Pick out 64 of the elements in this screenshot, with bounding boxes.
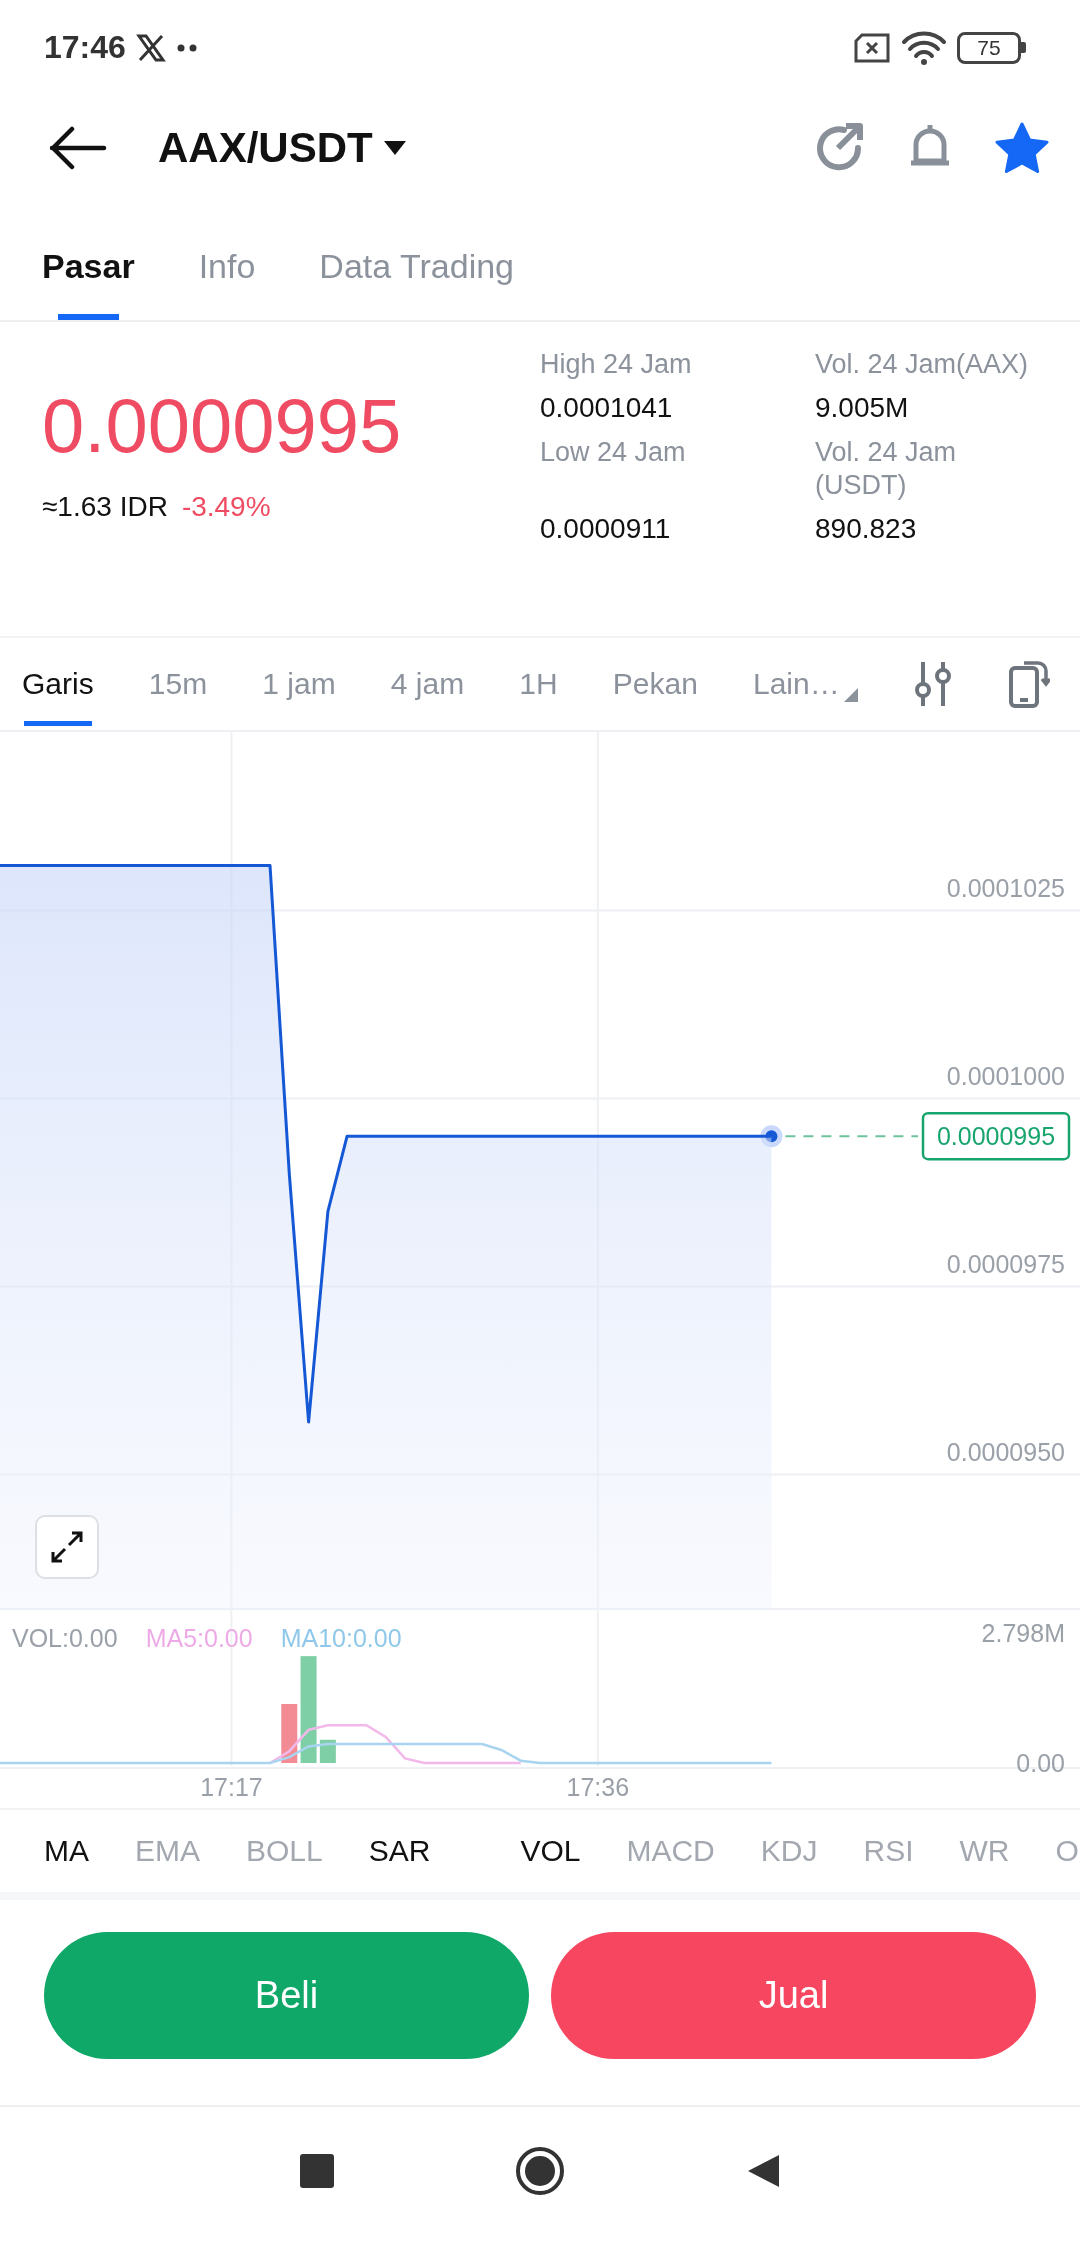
stat-label: Vol. 24 Jam (USDT) [815,436,958,502]
stat-label: Low 24 Jam [540,436,687,469]
converted-price: ≈1.63 IDR [42,491,168,523]
stat-value: 890.823 [815,513,918,546]
expand-icon [49,1529,85,1565]
indicator-tab[interactable]: O [1055,1834,1079,1868]
axis-label: 0.00 [1016,1749,1065,1777]
indicator-tab[interactable]: RSI [863,1834,914,1868]
indicator-tab[interactable]: VOL [520,1834,581,1868]
interval-tab[interactable]: 15m [148,638,208,730]
indicator-tab[interactable]: EMA [135,1834,200,1868]
sim-card-icon [853,32,891,63]
indicator-tab[interactable]: MACD [626,1834,715,1868]
tab[interactable]: Data Trading [319,200,515,320]
stat-value: 0.0000911 [540,513,672,546]
axis-label: 0.0001000 [946,1061,1065,1090]
home-icon[interactable] [514,2144,566,2197]
last-price: 0.0000995 [42,382,403,469]
indicator-tab[interactable]: WR [959,1834,1010,1868]
interval-tab[interactable]: Pekan [612,638,698,730]
legend-label: MA5:0.00 [145,1624,253,1653]
indicator-tab[interactable]: BOLL [246,1834,323,1868]
interval-tab[interactable]: Lain… [752,638,858,730]
axis-label: 17:36 [566,1773,630,1801]
interval-tab[interactable]: Garis [22,638,94,730]
axis-label: 17:17 [200,1773,263,1801]
axis-label: 0.0000950 [946,1437,1065,1466]
interval-tab[interactable]: 4 jam [390,638,465,730]
expand-button[interactable] [35,1515,99,1579]
pair-title[interactable]: AAX/USDT [158,123,373,172]
axis-label: 2.798M [981,1619,1065,1647]
back-icon[interactable] [746,2152,780,2189]
back-arrow-icon[interactable] [48,125,108,170]
battery-indicator: 75 [957,31,1026,64]
legend-label: MA10:0.00 [280,1624,402,1653]
sell-button[interactable]: Jual [551,1932,1036,2059]
tab[interactable]: Pasar [42,200,135,320]
indicator-tab[interactable]: MA [44,1834,89,1868]
legend-label: VOL:0.00 [12,1624,118,1653]
tab[interactable]: Info [198,200,256,320]
stat-value: 0.0001041 [540,392,674,425]
buy-button[interactable]: Beli [44,1932,529,2059]
star-icon[interactable] [994,120,1050,175]
indicator-tab[interactable]: KDJ [760,1834,818,1868]
dots-icon [175,42,198,53]
wifi-icon [901,29,947,66]
price-tag: 0.0000995 [921,1111,1071,1161]
stat-value: 9.005M [815,392,910,425]
price-change: -3.49% [181,491,271,523]
axis-label: 0.0000975 [946,1249,1065,1278]
clock-time: 17:46 [44,29,126,66]
rotate-screen-icon[interactable] [1007,660,1050,708]
axis-label: 0.0001025 [946,873,1065,902]
indicator-tab[interactable]: SAR [368,1834,431,1868]
recents-icon[interactable] [300,2153,334,2188]
x-logo-icon [135,32,166,63]
dropdown-triangle-icon [843,688,858,702]
sliders-icon[interactable] [912,660,953,708]
interval-tab[interactable]: 1 jam [262,638,336,730]
stat-label: Vol. 24 Jam(AAX) [815,348,1030,381]
caret-icon[interactable] [382,139,407,156]
volume-bar [281,1704,298,1763]
stat-label: High 24 Jam [540,348,693,381]
interval-tab[interactable]: 1H [519,638,558,730]
